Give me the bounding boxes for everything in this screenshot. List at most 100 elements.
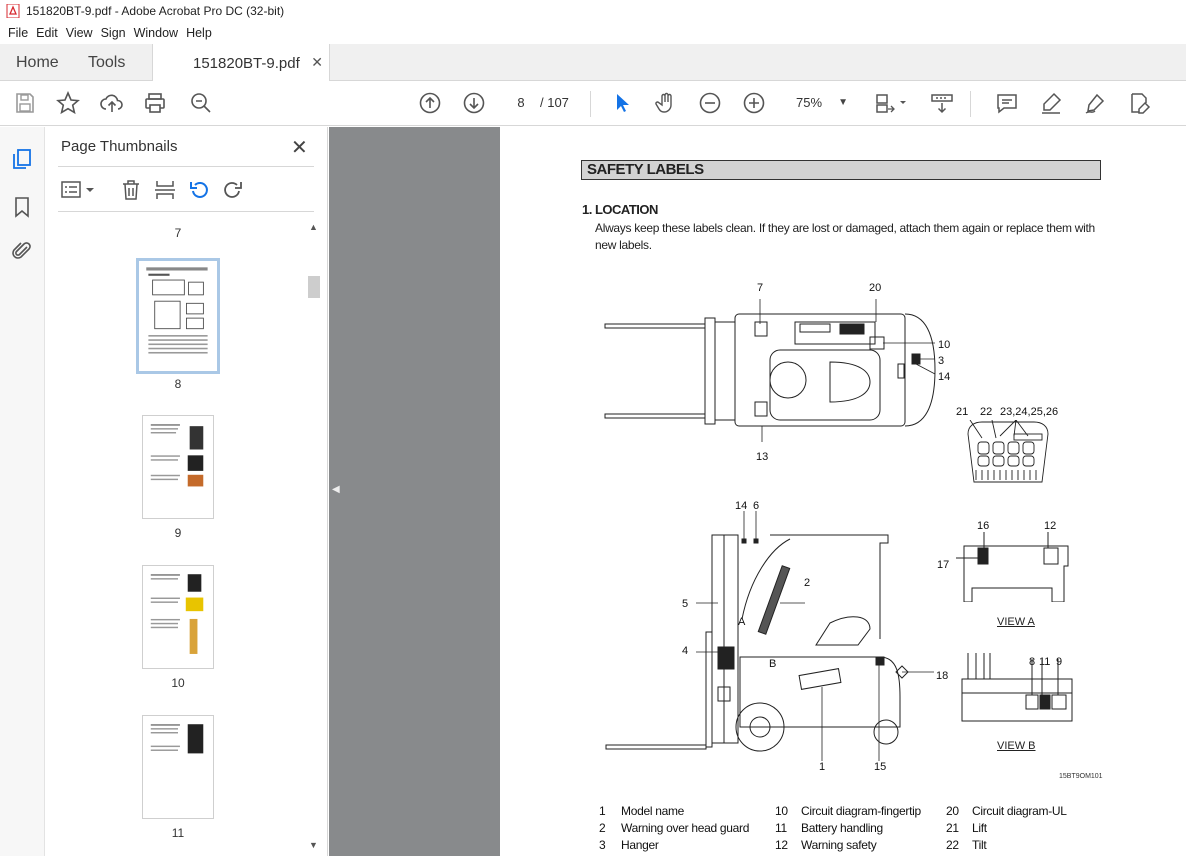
attachments-paperclip-icon[interactable] xyxy=(10,239,34,263)
callout-view-16: 16 xyxy=(977,520,990,532)
divider xyxy=(58,166,314,167)
page-display-icon[interactable] xyxy=(874,91,910,115)
chevron-down-icon: ▼ xyxy=(838,97,848,108)
zoom-select[interactable]: 75% ▼ xyxy=(778,91,854,115)
document-scrollbar[interactable] xyxy=(1178,127,1186,856)
thumbnail-page-8[interactable] xyxy=(136,258,220,374)
callout-22: 22 xyxy=(980,406,993,418)
hand-tool-icon[interactable] xyxy=(654,91,678,115)
legend-item: 10 Circuit diagram-fingertip xyxy=(775,804,921,818)
sign-pen-icon[interactable] xyxy=(1083,91,1107,115)
next-page-icon[interactable] xyxy=(462,91,486,115)
save-icon[interactable] xyxy=(13,91,37,115)
side-view-drawing xyxy=(605,511,934,761)
legend-item: 22 Tilt xyxy=(946,838,987,852)
highlight-pen-icon[interactable] xyxy=(1039,91,1063,115)
legend-item: 20 Circuit diagram-UL xyxy=(946,804,1067,818)
callout-13: 13 xyxy=(756,451,769,463)
bookmark-star-icon[interactable] xyxy=(56,90,80,115)
menu-bar: File Edit View Sign Window Help xyxy=(0,22,1186,44)
select-cursor-icon[interactable] xyxy=(610,91,634,115)
callout-21: 21 xyxy=(956,406,969,418)
find-zoom-icon[interactable] xyxy=(189,91,213,115)
menu-window[interactable]: Window xyxy=(134,26,178,40)
page-total: / 107 xyxy=(540,95,569,110)
thumbnail-page-11[interactable] xyxy=(142,715,214,819)
thumbnail-options-icon[interactable] xyxy=(60,179,98,201)
title-bar: 151820BT-9.pdf - Adobe Acrobat Pro DC (3… xyxy=(0,0,1186,22)
callout-side-18: 18 xyxy=(936,670,949,682)
callout-side-5: 5 xyxy=(682,598,689,610)
callout-14: 14 xyxy=(938,371,951,383)
thumbnail-label: 9 xyxy=(174,526,182,540)
legend-item: 1 Model name xyxy=(599,804,685,818)
thumbnail-preview xyxy=(150,424,204,487)
rotate-counterclockwise-icon[interactable] xyxy=(188,179,210,201)
section-title: SAFETY LABELS xyxy=(581,160,1101,180)
extract-pages-icon[interactable] xyxy=(154,179,176,201)
zoom-value: 75% xyxy=(796,95,823,110)
drawing-code: 15BT9OM101 xyxy=(1059,773,1103,780)
toolbar xyxy=(0,81,1186,126)
bookmarks-icon[interactable] xyxy=(10,195,34,219)
left-rail xyxy=(0,127,45,856)
thumbnail-label: 10 xyxy=(171,676,185,690)
delete-page-icon[interactable] xyxy=(120,179,142,201)
scroll-up-icon[interactable]: ▲ xyxy=(309,222,318,232)
scroll-down-icon[interactable]: ▼ xyxy=(309,840,318,850)
callout-side-1: 1 xyxy=(819,761,826,773)
zoom-in-icon[interactable] xyxy=(742,91,766,115)
menu-view[interactable]: View xyxy=(66,26,93,40)
rotate-clockwise-icon[interactable] xyxy=(222,179,244,201)
tab-document[interactable]: 151820BT-9.pdf ✕ xyxy=(152,44,330,82)
legend-item: 12 Warning safety xyxy=(775,838,877,852)
callout-side-4: 4 xyxy=(682,645,689,657)
page-thumbnails-icon[interactable] xyxy=(10,147,34,171)
page-number-input[interactable]: 8 xyxy=(508,91,534,115)
legend-column-2: 10 Circuit diagram-fingertip 11 Battery ha… xyxy=(775,804,945,856)
thumbnail-list: 7 8 9 10 11 xyxy=(58,220,306,856)
view-b-drawing xyxy=(961,653,1073,722)
thumbnail-label: 7 xyxy=(174,226,182,240)
close-tab-icon[interactable]: ✕ xyxy=(311,54,323,71)
divider xyxy=(58,211,314,212)
menu-file[interactable]: File xyxy=(8,26,28,40)
window-title: 151820BT-9.pdf - Adobe Acrobat Pro DC (3… xyxy=(26,4,285,18)
location-text: Always keep these labels clean. If they … xyxy=(595,221,1095,252)
legend-item: 11 Battery handling xyxy=(775,821,883,835)
legend-column-1: 1 Model name 2 Warning over head guard 3 Ha… xyxy=(599,804,769,856)
edit-pdf-icon[interactable] xyxy=(1127,91,1151,115)
pdf-page: SAFETY LABELS 1. LOCATION Always keep th… xyxy=(500,127,1186,856)
toolbar-separator xyxy=(590,91,591,117)
print-icon[interactable] xyxy=(143,91,167,115)
comment-icon[interactable] xyxy=(995,91,1019,115)
legend-item: 21 Lift xyxy=(946,821,987,835)
callout-side-15: 15 xyxy=(874,761,887,773)
thumbnail-scrollbar[interactable]: ▲ ▼ xyxy=(306,218,322,856)
legend-item: 3 Hanger xyxy=(599,838,659,852)
callout-view-12: 12 xyxy=(1044,520,1057,532)
callout-side-B: B xyxy=(769,658,777,670)
zoom-out-icon[interactable] xyxy=(698,91,722,115)
pdf-file-icon xyxy=(6,4,20,18)
panel-title: Page Thumbnails xyxy=(61,138,178,155)
upload-cloud-icon[interactable] xyxy=(100,91,124,115)
tab-tools[interactable]: Tools xyxy=(88,44,125,81)
thumbnail-page-10[interactable] xyxy=(142,565,214,669)
scroll-mode-icon[interactable] xyxy=(930,91,954,115)
previous-page-icon[interactable] xyxy=(418,91,442,115)
menu-help[interactable]: Help xyxy=(186,26,212,40)
thumbnails-panel: Page Thumbnails ✕ 7 8 9 10 11 xyxy=(46,127,328,856)
tab-home[interactable]: Home xyxy=(16,44,59,81)
callout-23-26: 23,24,25,26 xyxy=(1000,406,1059,418)
thumbnail-page-9[interactable] xyxy=(142,415,214,519)
view-a-drawing xyxy=(956,532,1069,602)
collapse-panel-icon[interactable]: ◀ xyxy=(332,484,340,495)
fingertip-control-drawing xyxy=(967,420,1049,483)
close-panel-icon[interactable]: ✕ xyxy=(291,135,308,160)
menu-edit[interactable]: Edit xyxy=(36,26,58,40)
scrollbar-thumb[interactable] xyxy=(308,276,320,298)
callout-10: 10 xyxy=(938,339,951,351)
thumbnail-preview xyxy=(150,724,204,754)
menu-sign[interactable]: Sign xyxy=(101,26,126,40)
